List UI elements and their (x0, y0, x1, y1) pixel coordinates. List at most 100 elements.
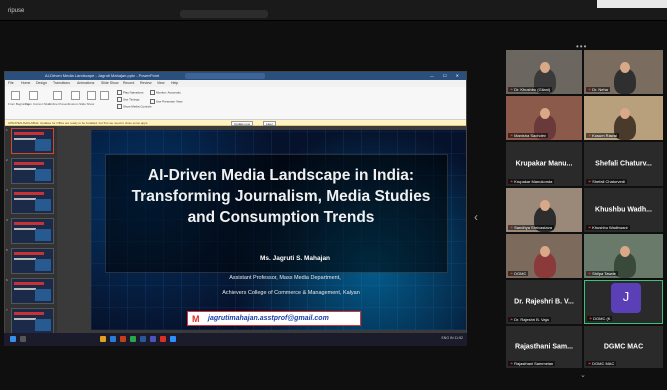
set-up-slide-show-button[interactable] (87, 91, 96, 100)
chevron-down-icon[interactable]: ⌄ (580, 371, 586, 379)
participant-label: Kusum Rawal (586, 133, 619, 138)
participant-video-tile[interactable]: Sandhya Shrivastava (506, 188, 582, 232)
start-icon[interactable] (10, 336, 16, 342)
from-current-slide-button[interactable] (29, 91, 38, 100)
top-right-strip (597, 0, 667, 8)
participant-label: Dr. Rajeshri B. Vaja (508, 317, 551, 322)
show-media-controls-check[interactable]: Show Media Controls (117, 104, 152, 109)
slide-thumbnail[interactable] (11, 218, 54, 244)
menu-slide-show[interactable]: Slide Show (101, 81, 119, 85)
chevron-left-icon[interactable]: ‹ (474, 210, 478, 224)
participant-name-tile[interactable]: DGMC MAC DGMC MAC (584, 326, 663, 368)
thumb-number: 4 (6, 218, 8, 222)
from-beginning-button[interactable] (11, 91, 20, 100)
chrome-icon[interactable] (160, 336, 166, 342)
system-tray[interactable]: ENG IN 11:52 (441, 336, 463, 340)
slide-thumbnail[interactable] (11, 188, 54, 214)
participant-label: Sandhya Shrivastava (508, 225, 554, 230)
view-toggle[interactable] (180, 10, 268, 18)
ppt-menu-bar: File Home Design Transitions Animations … (5, 80, 466, 87)
ppt-editor-area: 1 2 3 4 5 6 7 AI-Driven Media Landscape … (5, 126, 466, 337)
search-icon[interactable] (20, 336, 26, 342)
use-presenter-view-check[interactable]: Use Presenter View (150, 99, 182, 104)
play-narrations-check[interactable]: Play Narrations (117, 90, 144, 95)
participant-name: Shefali Chaturv... (595, 160, 652, 168)
participant-video-tile[interactable]: Manisha Sachdev (506, 96, 582, 140)
thumb-number: 2 (6, 158, 8, 162)
participant-name-tile[interactable]: Khushbu Wadh... Khushbu Wadhwani (584, 188, 663, 232)
slide-thumbnail[interactable] (11, 308, 54, 334)
presenter-role: Assistant Professor, Mass Media Departme… (229, 275, 341, 281)
menu-record[interactable]: Record (123, 81, 134, 85)
word-icon[interactable] (140, 336, 146, 342)
participant-name: DGMC MAC (603, 343, 644, 351)
menu-view[interactable]: View (157, 81, 165, 85)
window-controls[interactable]: — ☐ ✕ (430, 73, 463, 78)
slide-title: AI-Driven Media Landscape in India: Tran… (131, 167, 431, 226)
participant-video-tile[interactable]: Kusum Rawal (584, 96, 663, 140)
participant-name-tile[interactable]: Shefali Chaturv... Shefali Chaturvedi (584, 142, 663, 186)
slide-thumbnail[interactable] (11, 248, 54, 274)
participant-label: Dr. Khushbu (Gilani) (508, 87, 553, 92)
powerpoint-icon[interactable] (120, 336, 126, 342)
participant-video-tile[interactable]: Dr. Neha (584, 50, 663, 94)
participant-name-tile[interactable]: Rajasthani Sam... Rajasthani Sammelan (506, 326, 582, 368)
teams-icon[interactable] (150, 336, 156, 342)
slide-thumbnail[interactable] (11, 278, 54, 304)
thumb-number: 3 (6, 188, 8, 192)
ribbon-label: Custom Slide Show (68, 102, 95, 106)
ppt-window-title: AI-Driven Media Landscape - Jagruti Maha… (45, 73, 160, 78)
ppt-search-box[interactable] (185, 73, 265, 79)
gmail-icon: M (192, 314, 200, 324)
menu-file[interactable]: File (8, 81, 14, 85)
participant-name-tile[interactable]: Krupakar Manu... Krupakar Manukonda (506, 142, 582, 186)
custom-slide-show-button[interactable] (71, 91, 80, 100)
participant-label: DGMC (K (587, 316, 613, 321)
monitor-select[interactable]: Monitor: Automatic (150, 90, 181, 95)
current-slide[interactable]: AI-Driven Media Landscape in India: Tran… (91, 130, 466, 330)
menu-transitions[interactable]: Transitions (53, 81, 70, 85)
hide-slide-button[interactable] (100, 91, 109, 100)
later-button[interactable]: Later (263, 120, 276, 126)
participant-name: Krupakar Manu... (515, 160, 573, 168)
edge-icon[interactable] (110, 336, 116, 342)
presenter-college: Achievers College of Commerce & Manageme… (222, 290, 360, 296)
menu-design[interactable]: Design (36, 81, 47, 85)
zoom-icon[interactable] (170, 336, 176, 342)
menu-review[interactable]: Review (140, 81, 151, 85)
participant-label: Rajasthani Sammelan (508, 361, 556, 366)
participant-label: Dr. Neha (586, 87, 610, 92)
excel-icon[interactable] (130, 336, 136, 342)
menu-animations[interactable]: Animations (77, 81, 94, 85)
thumb-number: 1 (6, 128, 8, 132)
presenter-name: Ms. Jagruti S. Mahajan (259, 255, 331, 262)
ppt-title-bar: AI-Driven Media Landscape - Jagruti Maha… (5, 72, 466, 80)
update-now-button[interactable]: Update now (231, 120, 254, 126)
online-present-button[interactable] (53, 91, 62, 100)
participant-label: DGMC (508, 271, 529, 276)
slide-thumbnail[interactable] (11, 128, 54, 154)
slide-thumbnail-pane[interactable]: 1 2 3 4 5 6 7 (5, 126, 57, 337)
presenter-email: jagrutimahajan.asstprof@gmail.com (208, 315, 329, 322)
participant-name: Rajasthani Sam... (515, 343, 573, 351)
thumb-number: 6 (6, 278, 8, 282)
participant-name-tile[interactable]: Dr. Rajeshri B. V... Dr. Rajeshri B. Vaj… (506, 280, 582, 324)
participant-video-tile[interactable]: Dr. Khushbu (Gilani) (506, 50, 582, 94)
participant-video-tile[interactable]: Shilpa Tawde (584, 234, 663, 278)
participant-name: Khushbu Wadh... (595, 206, 652, 214)
menu-home[interactable]: Home (21, 81, 30, 85)
thumb-number: 5 (6, 248, 8, 252)
divider (0, 20, 667, 21)
slide-thumbnail[interactable] (11, 158, 54, 184)
participant-label: Shefali Chaturvedi (586, 179, 627, 184)
file-explorer-icon[interactable] (100, 336, 106, 342)
meeting-top-bar: ripuse (0, 0, 667, 20)
menu-help[interactable]: Help (171, 81, 178, 85)
email-box: M jagrutimahajan.asstprof@gmail.com (187, 311, 361, 326)
app-name: ripuse (8, 8, 25, 14)
thumb-number: 7 (6, 308, 8, 312)
avatar-initial: J (622, 289, 630, 304)
participant-video-tile[interactable]: DGMC (506, 234, 582, 278)
use-timings-check[interactable]: Use Timings (117, 97, 140, 102)
shared-screen-powerpoint: AI-Driven Media Landscape - Jagruti Maha… (4, 71, 467, 346)
